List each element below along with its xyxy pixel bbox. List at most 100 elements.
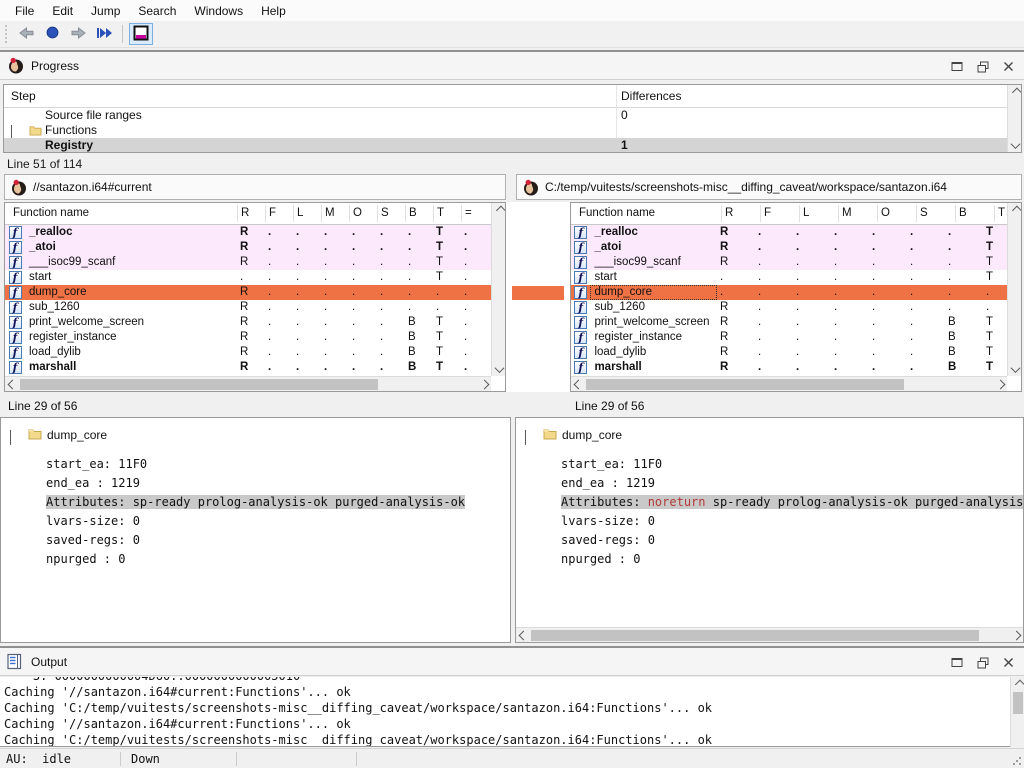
progress-vertical-scrollbar[interactable]: [1007, 85, 1021, 152]
desktop-window-button[interactable]: [129, 23, 153, 45]
float-button[interactable]: [975, 59, 990, 74]
left-file-titlebar[interactable]: //santazon.i64#current: [4, 174, 506, 200]
scroll-up-arrow-icon[interactable]: [492, 203, 506, 217]
close-icon[interactable]: [1001, 655, 1016, 670]
scroll-left-arrow-icon[interactable]: [516, 628, 530, 642]
float-button[interactable]: [975, 655, 990, 670]
function-row-print_welcome_screen[interactable]: fprint_welcome_screenR.....BT.: [5, 315, 505, 330]
horizontal-scrollbar[interactable]: [516, 627, 1023, 642]
scroll-down-arrow-icon[interactable]: [1008, 362, 1022, 376]
column-header-B[interactable]: B: [409, 207, 417, 219]
right-file-titlebar[interactable]: C:/temp/vuitests/screenshots-misc__diffi…: [516, 174, 1022, 200]
function-row-start[interactable]: fstart.......T: [571, 270, 1021, 285]
scrollbar-thumb[interactable]: [531, 630, 979, 641]
scroll-right-arrow-icon[interactable]: [993, 377, 1007, 391]
function-row-dump_core[interactable]: fdump_coreR........: [5, 285, 505, 300]
menu-jump[interactable]: Jump: [82, 1, 129, 21]
progress-panel-titlebar[interactable]: Progress: [0, 50, 1024, 80]
toolbar-drag-handle[interactable]: [4, 25, 7, 43]
function-row-marshall[interactable]: fmarshallR.....BT.: [5, 360, 505, 375]
vertical-scrollbar[interactable]: [1007, 203, 1021, 376]
scroll-up-arrow-icon[interactable]: [1008, 203, 1022, 217]
function-row-___isoc99_scanf[interactable]: f___isoc99_scanfR......T.: [5, 255, 505, 270]
progress-row-registry[interactable]: Registry1: [4, 138, 1021, 153]
forward-arrow-button[interactable]: [66, 23, 90, 45]
maximize-button[interactable]: [949, 655, 964, 670]
scroll-left-arrow-icon[interactable]: [5, 377, 19, 391]
detail-end-ea: end_ea : 1219: [516, 474, 1023, 493]
expand-chevron-icon[interactable]: [525, 430, 526, 444]
match-flag-cell: .: [321, 225, 349, 240]
record-button[interactable]: [40, 23, 64, 45]
output-log[interactable]: 3: 0000000000004D60..0000000000005010Cac…: [0, 677, 1024, 747]
progress-row-functions[interactable]: Functions: [4, 123, 1021, 138]
menu-help[interactable]: Help: [252, 1, 295, 21]
function-row-print_welcome_screen[interactable]: fprint_welcome_screenR.....BT: [571, 315, 1021, 330]
scroll-left-arrow-icon[interactable]: [571, 377, 585, 391]
column-header-B[interactable]: B: [959, 207, 967, 219]
scroll-up-arrow-icon[interactable]: [1008, 85, 1022, 99]
menu-search[interactable]: Search: [129, 1, 185, 21]
menu-windows[interactable]: Windows: [185, 1, 252, 21]
column-header-L[interactable]: L: [297, 207, 303, 219]
back-arrow-button[interactable]: [14, 23, 38, 45]
menu-file[interactable]: File: [6, 1, 43, 21]
horizontal-scrollbar[interactable]: [571, 376, 1007, 391]
column-header-O[interactable]: O: [353, 207, 362, 219]
column-header-T[interactable]: T: [437, 207, 444, 219]
resize-grip[interactable]: [1013, 757, 1021, 765]
scroll-up-arrow-icon[interactable]: [1011, 677, 1024, 691]
column-header-differences[interactable]: Differences: [621, 89, 681, 103]
function-row-marshall[interactable]: fmarshallR.....BT: [571, 360, 1021, 375]
function-row-_atoi[interactable]: f_atoiR......T.: [5, 240, 505, 255]
scrollbar-thumb[interactable]: [1013, 692, 1023, 714]
function-row-start[interactable]: fstart.......T.: [5, 270, 505, 285]
function-row-___isoc99_scanf[interactable]: f___isoc99_scanfR......T: [571, 255, 1021, 270]
function-row-sub_1260[interactable]: fsub_1260R.......: [571, 300, 1021, 315]
function-row-load_dylib[interactable]: fload_dylibR.....BT.: [5, 345, 505, 360]
scroll-right-arrow-icon[interactable]: [1009, 628, 1023, 642]
column-header-T[interactable]: T: [998, 207, 1005, 219]
vertical-scrollbar[interactable]: [491, 203, 505, 376]
column-header-=[interactable]: =: [465, 207, 472, 219]
scroll-right-arrow-icon[interactable]: [477, 377, 491, 391]
function-row-dump_core[interactable]: fdump_core........: [571, 285, 1021, 300]
match-flag-cell: .: [755, 285, 793, 300]
column-header-step[interactable]: Step: [11, 89, 36, 103]
menu-edit[interactable]: Edit: [43, 1, 82, 21]
maximize-button[interactable]: [949, 59, 964, 74]
progress-row-source-file-ranges[interactable]: Source file ranges0: [4, 108, 1021, 123]
tree-item-dump-core[interactable]: dump_core: [1, 425, 510, 447]
close-icon[interactable]: [1001, 59, 1016, 74]
column-header-M[interactable]: M: [842, 207, 852, 219]
column-header-M[interactable]: M: [325, 207, 335, 219]
column-header-R[interactable]: R: [241, 207, 249, 219]
output-panel-titlebar[interactable]: Output: [0, 646, 1024, 676]
fast-forward-button[interactable]: [92, 23, 116, 45]
scrollbar-thumb[interactable]: [586, 379, 904, 390]
function-row-_realloc[interactable]: f_reallocR......T.: [5, 225, 505, 240]
column-header-function-name[interactable]: Function name: [579, 207, 655, 219]
tree-item-dump-core[interactable]: dump_core: [516, 425, 1023, 447]
column-header-R[interactable]: R: [725, 207, 733, 219]
column-header-function-name[interactable]: Function name: [13, 207, 89, 219]
function-row-_atoi[interactable]: f_atoiR......T: [571, 240, 1021, 255]
column-header-S[interactable]: S: [920, 207, 928, 219]
column-header-F[interactable]: F: [764, 207, 771, 219]
function-row-load_dylib[interactable]: fload_dylibR.....BT: [571, 345, 1021, 360]
scroll-down-arrow-icon[interactable]: [1008, 138, 1022, 152]
match-flag-cell: .: [945, 225, 983, 240]
scrollbar-thumb[interactable]: [20, 379, 378, 390]
expand-chevron-icon[interactable]: [10, 430, 11, 444]
column-header-O[interactable]: O: [881, 207, 890, 219]
horizontal-scrollbar[interactable]: [5, 376, 491, 391]
output-vertical-scrollbar[interactable]: [1010, 677, 1024, 747]
column-header-S[interactable]: S: [381, 207, 389, 219]
column-header-L[interactable]: L: [803, 207, 809, 219]
function-row-_realloc[interactable]: f_reallocR......T: [571, 225, 1021, 240]
function-row-sub_1260[interactable]: fsub_1260R........: [5, 300, 505, 315]
function-row-register_instance[interactable]: fregister_instanceR.....BT: [571, 330, 1021, 345]
function-row-register_instance[interactable]: fregister_instanceR.....BT.: [5, 330, 505, 345]
column-header-F[interactable]: F: [269, 207, 276, 219]
scroll-down-arrow-icon[interactable]: [492, 362, 506, 376]
